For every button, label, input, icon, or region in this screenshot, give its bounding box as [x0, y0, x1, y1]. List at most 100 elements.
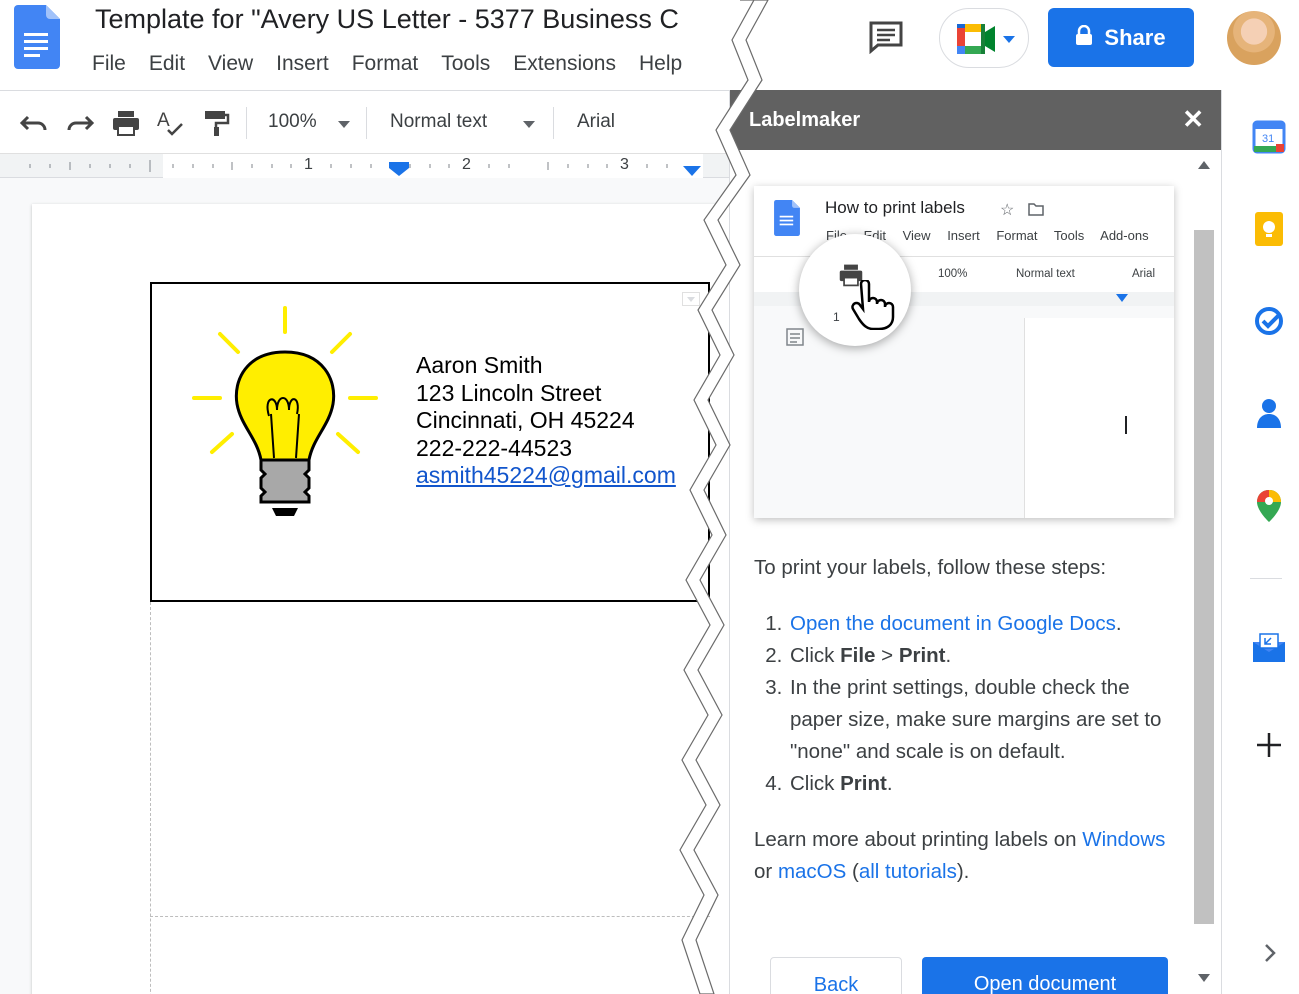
calendar-icon[interactable]: 31 — [1252, 120, 1286, 154]
share-button[interactable]: Share — [1048, 8, 1194, 67]
menu-tools[interactable]: Tools — [441, 52, 490, 76]
svg-text:31: 31 — [1262, 133, 1274, 145]
maps-icon[interactable] — [1252, 488, 1286, 522]
ruler-ticks — [29, 160, 701, 176]
comment-history-icon[interactable] — [868, 20, 904, 59]
preview-zoom: 100% — [938, 268, 968, 280]
toolbar-divider — [366, 107, 367, 139]
user-avatar[interactable] — [1227, 11, 1281, 65]
document-canvas[interactable]: Aaron Smith 123 Lincoln Street Cincinnat… — [0, 178, 740, 994]
preview-text-cursor — [1125, 416, 1127, 434]
macos-link[interactable]: macOS — [778, 860, 846, 883]
docs-titlebar: Template for "Avery US Letter - 5377 Bus… — [0, 0, 740, 90]
document-page[interactable]: Aaron Smith 123 Lincoln Street Cincinnat… — [32, 204, 732, 994]
rail-divider — [1250, 578, 1282, 579]
meet-caret-icon[interactable] — [1003, 36, 1015, 43]
steps-list: Open the document in Google Docs. Click … — [754, 608, 1184, 800]
close-icon[interactable]: ✕ — [1182, 106, 1204, 132]
meet-button[interactable] — [939, 8, 1029, 68]
svg-text:A: A — [157, 110, 170, 131]
label-phone: 222-222-44523 — [416, 434, 573, 461]
step-bold: Print — [898, 644, 946, 667]
menu-help[interactable]: Help — [639, 52, 682, 76]
menu-insert[interactable]: Insert — [276, 52, 329, 76]
label-street: 123 Lincoln Street — [416, 379, 602, 406]
redo-icon[interactable] — [64, 108, 96, 138]
learn-more-text: Learn more about printing labels on Wind… — [754, 824, 1184, 888]
all-tutorials-link[interactable]: all tutorials — [859, 860, 957, 883]
undo-icon[interactable] — [18, 108, 50, 138]
side-apps-rail: 31 — [1221, 90, 1299, 994]
document-title[interactable]: Template for "Avery US Letter - 5377 Bus… — [95, 4, 679, 35]
zoom-caret-icon[interactable] — [338, 121, 350, 128]
label-city: Cincinnati, OH 45224 — [416, 407, 635, 433]
horizontal-ruler[interactable]: 1 2 3 — [0, 154, 740, 178]
docs-topbar-actions: Share — [740, 0, 1299, 90]
preview-menu-item: Insert — [947, 228, 980, 243]
step-text: . — [886, 772, 893, 795]
scroll-down-icon[interactable] — [1198, 974, 1210, 982]
instructions-text: To print your labels, follow these steps… — [754, 552, 1184, 888]
docs-logo-icon[interactable] — [14, 5, 60, 74]
learn-text: ( — [846, 860, 859, 883]
step-item: Click Print. — [788, 768, 1184, 800]
scroll-up-icon[interactable] — [1198, 161, 1210, 169]
ruler-number: 1 — [304, 156, 313, 173]
sidebar-scrollbar[interactable] — [1193, 156, 1215, 986]
learn-text: ). — [956, 860, 970, 883]
learn-text: or — [754, 860, 778, 883]
open-in-docs-link[interactable]: Open the document in Google Docs — [790, 612, 1116, 635]
preview-menu-item: Format — [996, 228, 1038, 243]
toolbar-divider — [246, 107, 247, 139]
preview-magnifier: 1 — [799, 234, 911, 346]
learn-text: Learn more about printing labels on — [754, 828, 1083, 851]
step-item: Click File > Print. — [788, 640, 1184, 672]
menu-format[interactable]: Format — [352, 52, 419, 76]
pointer-hand-icon — [851, 278, 895, 335]
addon-mail-icon[interactable] — [1252, 630, 1286, 664]
preview-ruler-marker-icon — [1116, 294, 1128, 302]
instructions-intro: To print your labels, follow these steps… — [754, 556, 1107, 579]
preview-page — [1024, 318, 1174, 518]
preview-menu-item: View — [902, 228, 931, 243]
labelmaker-sidebar: Labelmaker ✕ How to print labels ☆ File … — [729, 90, 1222, 994]
tutorial-preview-image: How to print labels ☆ File Edit View Ins… — [754, 186, 1174, 518]
print-icon[interactable] — [110, 108, 142, 138]
preview-font: Arial — [1132, 268, 1156, 280]
zoom-select[interactable]: 100% — [268, 111, 317, 133]
style-caret-icon[interactable] — [523, 121, 535, 128]
lock-icon — [1076, 24, 1093, 51]
table-cell-menu-icon[interactable] — [682, 292, 700, 306]
open-document-button[interactable]: Open document — [922, 957, 1168, 994]
address-block[interactable]: Aaron Smith 123 Lincoln Street Cincinnat… — [416, 352, 676, 490]
label-cell[interactable]: Aaron Smith 123 Lincoln Street Cincinnat… — [150, 282, 710, 602]
paint-format-icon[interactable] — [200, 108, 232, 138]
step-bold: Print — [840, 772, 887, 795]
keep-icon[interactable] — [1252, 212, 1286, 246]
preview-menu-item: Tools — [1053, 228, 1085, 243]
add-addon-icon[interactable] — [1252, 728, 1286, 762]
tasks-icon[interactable] — [1252, 304, 1286, 338]
ruler-number: 2 — [462, 156, 471, 173]
scrollbar-thumb[interactable] — [1194, 230, 1214, 924]
step-item: In the print settings, double check the … — [788, 672, 1184, 768]
windows-link[interactable]: Windows — [1082, 828, 1165, 851]
step-text: . — [945, 644, 952, 667]
menu-edit[interactable]: Edit — [149, 52, 185, 76]
ruler-number: 3 — [620, 156, 629, 173]
font-select[interactable]: Arial — [577, 111, 615, 133]
step-bold: File — [840, 644, 876, 667]
step-text: > — [875, 644, 899, 667]
back-button[interactable]: Back — [770, 957, 902, 994]
contacts-icon[interactable] — [1252, 396, 1286, 430]
docs-toolbar: A 100% Normal text Arial — [0, 90, 740, 154]
preview-folder-icon — [1028, 203, 1044, 221]
label-email-link[interactable]: asmith45224@gmail.com — [416, 462, 676, 490]
cell-guide-line — [150, 916, 710, 917]
menu-file[interactable]: File — [92, 52, 126, 76]
spellcheck-icon[interactable]: A — [156, 108, 188, 138]
expand-chevron-icon[interactable] — [1252, 936, 1286, 970]
menu-view[interactable]: View — [208, 52, 253, 76]
menu-extensions[interactable]: Extensions — [513, 52, 616, 76]
style-select[interactable]: Normal text — [390, 111, 487, 133]
